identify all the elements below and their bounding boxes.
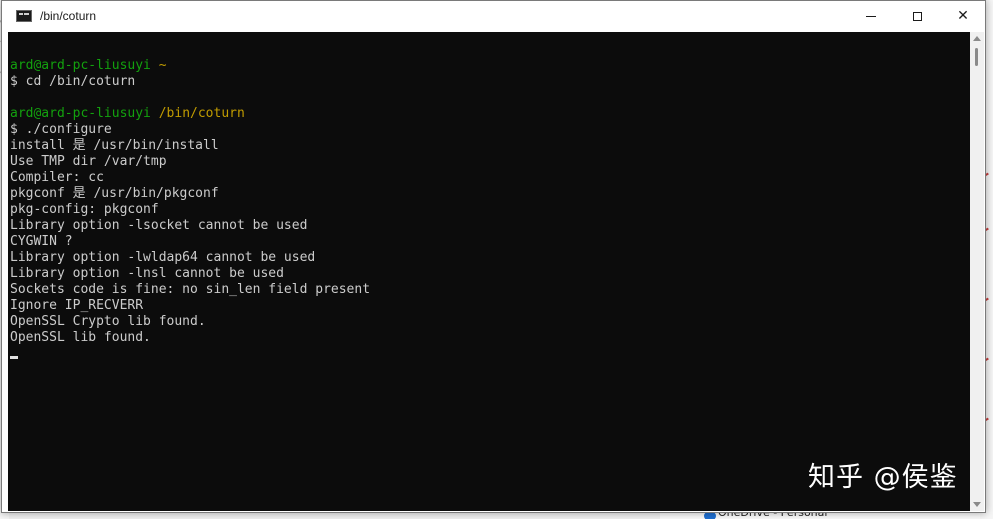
- terminal-text: Compiler: cc: [10, 170, 104, 185]
- desktop: c 9 5 c a : r OneDrive - Personal /bin/c…: [0, 0, 993, 519]
- terminal-text: $ cd /bin/coturn: [10, 74, 136, 89]
- terminal-line: Library option -lsocket cannot be used: [10, 218, 370, 234]
- terminal-console[interactable]: ard@ard-pc-liusuyi ~ $ cd /bin/coturn ard@…: [8, 32, 970, 511]
- terminal-line: Library option -lwldap64 cannot be used: [10, 250, 370, 266]
- terminal-text: OpenSSL Crypto lib found.: [10, 314, 206, 329]
- terminal-line: install 是 /usr/bin/install: [10, 138, 370, 154]
- zhihu-watermark: 知乎 @侯鉴: [808, 462, 958, 493]
- terminal-text: install 是 /usr/bin/install: [10, 138, 219, 153]
- terminal-text: /bin/coturn: [150, 106, 245, 121]
- terminal-line: pkg-config: pkgconf: [10, 202, 370, 218]
- terminal-text: $ ./configure: [10, 122, 112, 137]
- terminal-text: CYGWIN ?: [10, 234, 73, 249]
- maximize-button[interactable]: [894, 1, 940, 31]
- terminal-output: ard@ard-pc-liusuyi ~ $ cd /bin/coturn ard@…: [10, 42, 370, 362]
- close-icon: ✕: [957, 8, 969, 24]
- terminal-text: ard@ard-pc-liusuyi: [10, 58, 151, 73]
- terminal-text: Sockets code is fine: no sin_len field p…: [10, 282, 371, 297]
- scroll-down-arrow-icon[interactable]: [973, 502, 981, 507]
- terminal-text: pkg-config: pkgconf: [10, 202, 159, 217]
- terminal-line: ard@ard-pc-liusuyi /bin/coturn: [10, 106, 370, 122]
- terminal-line: OpenSSL lib found.: [10, 330, 370, 346]
- terminal-line: Use TMP dir /var/tmp: [10, 154, 370, 170]
- terminal-text: ard@ard-pc-liusuyi: [10, 106, 151, 121]
- window-title: /bin/coturn: [40, 9, 97, 23]
- terminal-line: CYGWIN ?: [10, 234, 370, 250]
- scroll-up-arrow-icon[interactable]: [973, 36, 981, 41]
- maximize-icon: [912, 11, 922, 21]
- terminal-text: Library option -lwldap64 cannot be used: [10, 250, 316, 265]
- terminal-app-icon: [16, 10, 32, 22]
- terminal-line: Sockets code is fine: no sin_len field p…: [10, 282, 370, 298]
- terminal-line: [10, 346, 370, 362]
- title-bar[interactable]: /bin/coturn ✕: [2, 1, 985, 31]
- terminal-text: pkgconf 是 /usr/bin/pkgconf: [10, 186, 219, 201]
- terminal-line: $ ./configure: [10, 122, 370, 138]
- terminal-line: Library option -lnsl cannot be used: [10, 266, 370, 282]
- terminal-line: $ cd /bin/coturn: [10, 74, 370, 90]
- text-cursor: [10, 356, 18, 359]
- onedrive-icon: [704, 512, 716, 519]
- terminal-text: OpenSSL lib found.: [10, 330, 151, 345]
- minimize-button[interactable]: [848, 1, 894, 31]
- terminal-line: ard@ard-pc-liusuyi ~: [10, 58, 370, 74]
- terminal-line: pkgconf 是 /usr/bin/pkgconf: [10, 186, 370, 202]
- terminal-text: Library option -lsocket cannot be used: [10, 218, 308, 233]
- terminal-text: Library option -lnsl cannot be used: [10, 266, 284, 281]
- close-button[interactable]: ✕: [940, 1, 986, 31]
- terminal-line: Compiler: cc: [10, 170, 370, 186]
- terminal-text: Ignore IP_RECVERR: [10, 298, 144, 313]
- scroll-thumb[interactable]: [975, 48, 978, 66]
- terminal-window[interactable]: /bin/coturn ✕ ard@ard-pc-liusuyi ~ $ cd /…: [1, 0, 986, 513]
- terminal-line: Ignore IP_RECVERR: [10, 298, 370, 314]
- terminal-text: Use TMP dir /var/tmp: [10, 154, 167, 169]
- vertical-scrollbar[interactable]: [970, 32, 984, 511]
- terminal-text: ~: [150, 58, 167, 73]
- minimize-icon: [866, 15, 876, 17]
- terminal-line: OpenSSL Crypto lib found.: [10, 314, 370, 330]
